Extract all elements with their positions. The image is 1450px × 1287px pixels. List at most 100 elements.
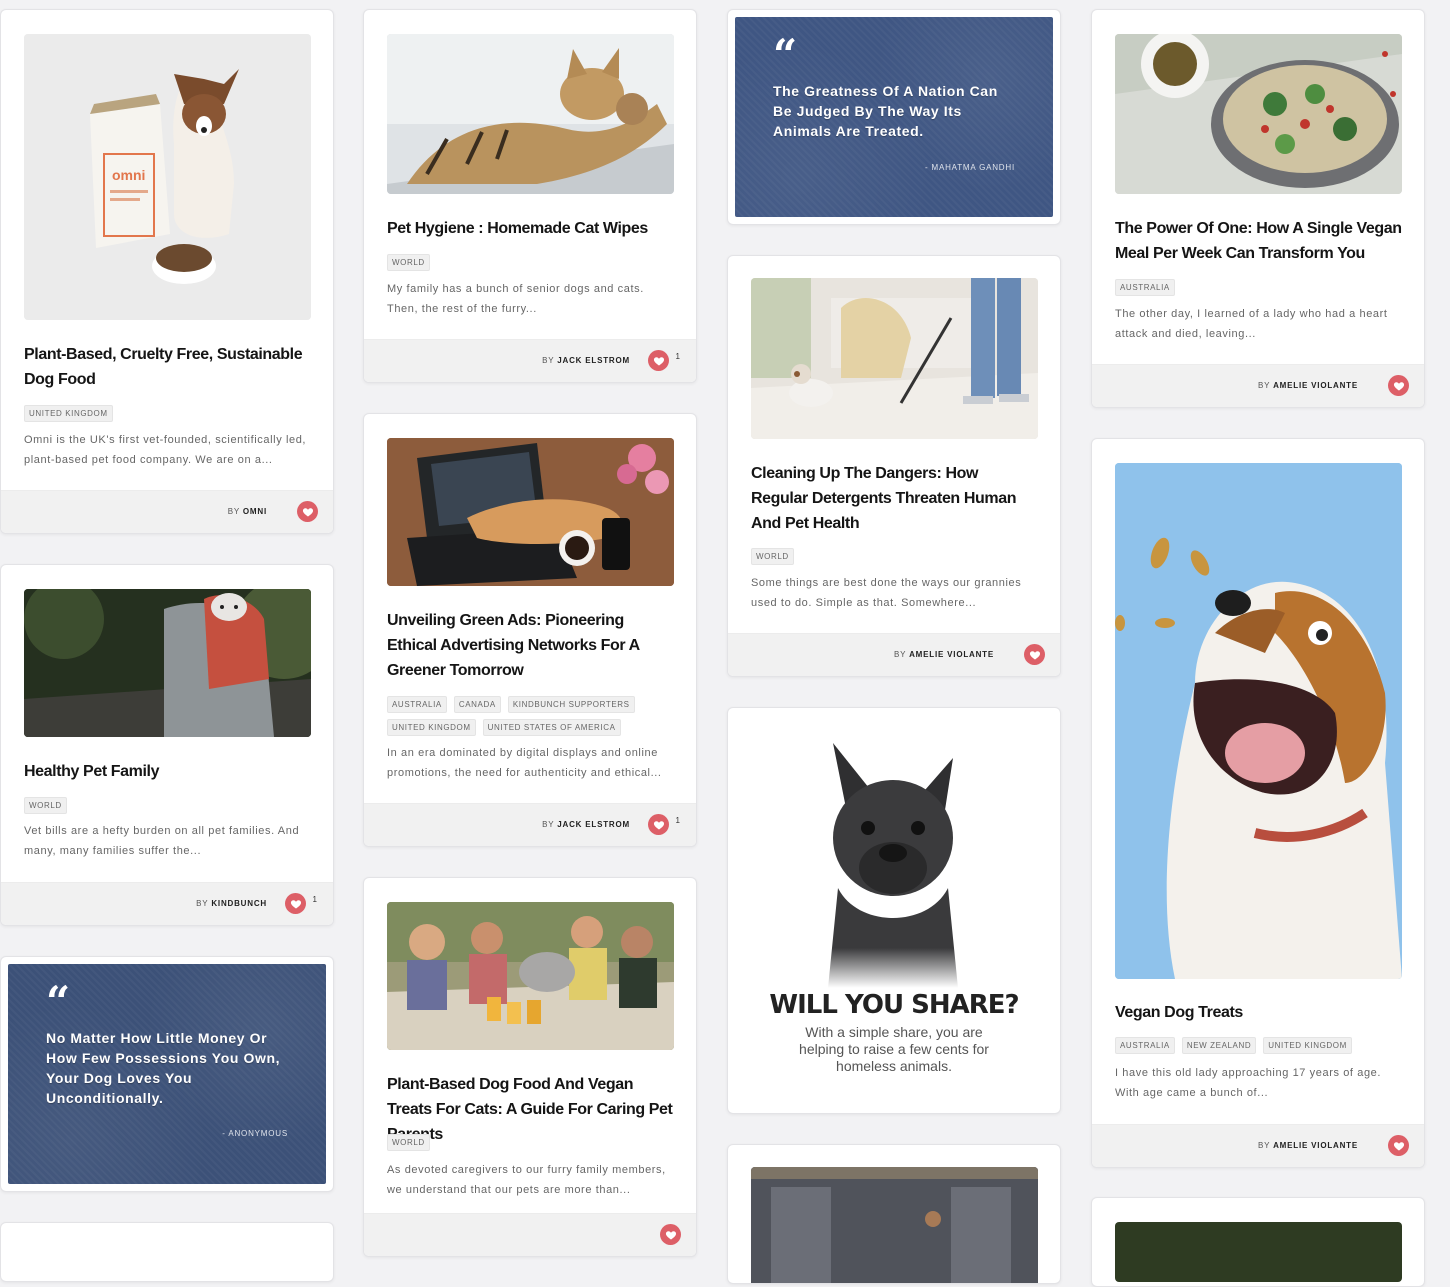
- byline: BY KINDBUNCH: [196, 899, 267, 908]
- tag-list: WORLD: [387, 1134, 676, 1151]
- tag[interactable]: AUSTRALIA: [387, 696, 447, 713]
- like-button[interactable]: [1388, 375, 1409, 396]
- tag[interactable]: UNITED KINGDOM: [24, 405, 113, 422]
- author-link[interactable]: OMNI: [243, 507, 267, 516]
- byline: BY AMELIE VIOLANTE: [1257, 381, 1358, 390]
- article-card-healthy-pet-family[interactable]: Healthy Pet Family WORLD Vet bills are a…: [0, 564, 334, 926]
- article-excerpt: Some things are best done the ways our g…: [751, 577, 1022, 609]
- article-card-plant-guide[interactable]: Plant-Based Dog Food And Vegan Treats Fo…: [363, 877, 697, 1257]
- heart-icon: [1393, 1140, 1405, 1152]
- tag[interactable]: UNITED KINGDOM: [387, 719, 476, 736]
- article-excerpt: As devoted caregivers to our furry famil…: [387, 1164, 666, 1196]
- article-image[interactable]: [387, 438, 674, 586]
- article-title[interactable]: Vegan Dog Treats: [1115, 1000, 1402, 1025]
- article-card-partial[interactable]: [1091, 1197, 1425, 1287]
- tag-list: AUSTRALIA NEW ZEALAND UNITED KINGDOM: [1115, 1037, 1404, 1054]
- like-button[interactable]: [285, 893, 306, 914]
- quote-card-anonymous[interactable]: “ No Matter How Little Money Or How Few …: [0, 956, 334, 1192]
- tag-list: AUSTRALIA: [1115, 279, 1404, 296]
- tag[interactable]: NEW ZEALAND: [1181, 1037, 1257, 1054]
- tag-list: UNITED KINGDOM: [24, 405, 313, 422]
- article-card-cat-wipes[interactable]: Pet Hygiene : Homemade Cat Wipes WORLD M…: [363, 9, 697, 383]
- article-excerpt: My family has a bunch of senior dogs and…: [387, 283, 644, 315]
- like-button[interactable]: [1024, 644, 1045, 665]
- tag-list: WORLD: [24, 797, 313, 814]
- article-excerpt: I have this old lady approaching 17 year…: [1115, 1067, 1382, 1099]
- quote-text: The Greatness Of A Nation Can Be Judged …: [773, 83, 998, 139]
- tag[interactable]: UNITED KINGDOM: [1263, 1037, 1352, 1054]
- quote-mark-icon: “: [46, 977, 71, 1026]
- article-card-partial[interactable]: [727, 1144, 1061, 1284]
- card-footer: BY AMELIE VIOLANTE: [1092, 364, 1424, 407]
- heart-icon: [653, 355, 665, 367]
- article-card-dog-treats[interactable]: Vegan Dog Treats AUSTRALIA NEW ZEALAND U…: [1091, 438, 1425, 1168]
- quote-text: No Matter How Little Money Or How Few Po…: [46, 1030, 281, 1106]
- article-title[interactable]: Unveiling Green Ads: Pioneering Ethical …: [387, 608, 674, 683]
- article-image[interactable]: [24, 589, 311, 737]
- heart-icon: [290, 898, 302, 910]
- tag-list: AUSTRALIA CANADA KINDBUNCH SUPPORTERS UN…: [387, 696, 676, 736]
- quote-author: - MAHATMA GANDHI: [925, 163, 1015, 172]
- article-title[interactable]: Pet Hygiene : Homemade Cat Wipes: [387, 216, 674, 241]
- heart-icon: [1393, 380, 1405, 392]
- heart-icon: [653, 819, 665, 831]
- tag[interactable]: CANADA: [453, 696, 501, 713]
- byline: BY OMNI: [227, 507, 267, 516]
- article-title[interactable]: Plant-Based, Cruelty Free, Sustainable D…: [24, 342, 311, 392]
- article-title[interactable]: Cleaning Up The Dangers: How Regular Det…: [751, 461, 1038, 536]
- article-excerpt: Vet bills are a hefty burden on all pet …: [24, 825, 300, 857]
- card-footer: BY OMNI: [1, 490, 333, 533]
- author-link[interactable]: AMELIE VIOLANTE: [1273, 381, 1358, 390]
- author-link[interactable]: JACK ELSTROM: [557, 820, 630, 829]
- article-image[interactable]: omni: [24, 34, 311, 320]
- article-card-vegan-meal[interactable]: The Power Of One: How A Single Vegan Mea…: [1091, 9, 1425, 408]
- quote-card-gandhi[interactable]: “ The Greatness Of A Nation Can Be Judge…: [727, 9, 1061, 225]
- article-image[interactable]: [751, 278, 1038, 439]
- article-excerpt: In an era dominated by digital displays …: [387, 747, 662, 779]
- author-link[interactable]: AMELIE VIOLANTE: [909, 650, 994, 659]
- card-footer: BY AMELIE VIOLANTE: [1092, 1124, 1424, 1167]
- article-title[interactable]: The Power Of One: How A Single Vegan Mea…: [1115, 216, 1402, 266]
- tag[interactable]: WORLD: [387, 1134, 430, 1151]
- tag[interactable]: AUSTRALIA: [1115, 1037, 1175, 1054]
- share-card[interactable]: WILL YOU SHARE? With a simple share, you…: [727, 707, 1061, 1114]
- article-image[interactable]: [1115, 1222, 1402, 1282]
- bag-label: omni: [112, 167, 145, 183]
- tag[interactable]: WORLD: [751, 548, 794, 565]
- share-heading: WILL YOU SHARE?: [769, 990, 1019, 1020]
- article-title[interactable]: Healthy Pet Family: [24, 759, 311, 784]
- byline: BY AMELIE VIOLANTE: [1257, 1141, 1358, 1150]
- tag-list: WORLD: [387, 254, 676, 271]
- like-button[interactable]: [648, 350, 669, 371]
- card-footer: BY JACK ELSTROM 1: [364, 339, 696, 382]
- tag[interactable]: WORLD: [24, 797, 67, 814]
- article-image[interactable]: [387, 902, 674, 1050]
- author-link[interactable]: JACK ELSTROM: [557, 356, 630, 365]
- like-button[interactable]: [1388, 1135, 1409, 1156]
- heart-icon: [1029, 649, 1041, 661]
- heart-icon: [302, 506, 314, 518]
- quote-author: - ANONYMOUS: [222, 1129, 288, 1138]
- french-bulldog-image: [828, 743, 958, 988]
- tag[interactable]: KINDBUNCH SUPPORTERS: [507, 696, 635, 713]
- author-link[interactable]: KINDBUNCH: [211, 899, 267, 908]
- tag[interactable]: AUSTRALIA: [1115, 279, 1175, 296]
- like-count: 1: [675, 352, 680, 361]
- article-excerpt: The other day, I learned of a lady who h…: [1115, 308, 1388, 340]
- tag[interactable]: WORLD: [387, 254, 430, 271]
- article-card-green-ads[interactable]: Unveiling Green Ads: Pioneering Ethical …: [363, 413, 697, 847]
- article-image[interactable]: [387, 34, 674, 194]
- tag[interactable]: UNITED STATES OF AMERICA: [482, 719, 621, 736]
- article-image[interactable]: [751, 1167, 1038, 1283]
- article-image[interactable]: [1115, 34, 1402, 194]
- article-card-partial[interactable]: [0, 1222, 334, 1282]
- like-button[interactable]: [297, 501, 318, 522]
- card-footer: BY KINDBUNCH 1: [1, 882, 333, 925]
- quote-mark-icon: “: [773, 30, 798, 79]
- like-button[interactable]: [648, 814, 669, 835]
- article-image[interactable]: [1115, 463, 1402, 979]
- article-card-detergents[interactable]: Cleaning Up The Dangers: How Regular Det…: [727, 255, 1061, 677]
- card-footer: BY JACK ELSTROM 1: [364, 803, 696, 846]
- author-link[interactable]: AMELIE VIOLANTE: [1273, 1141, 1358, 1150]
- article-card-dog-food[interactable]: omni Plant-Based, Cruelty Free, Sustaina…: [0, 9, 334, 534]
